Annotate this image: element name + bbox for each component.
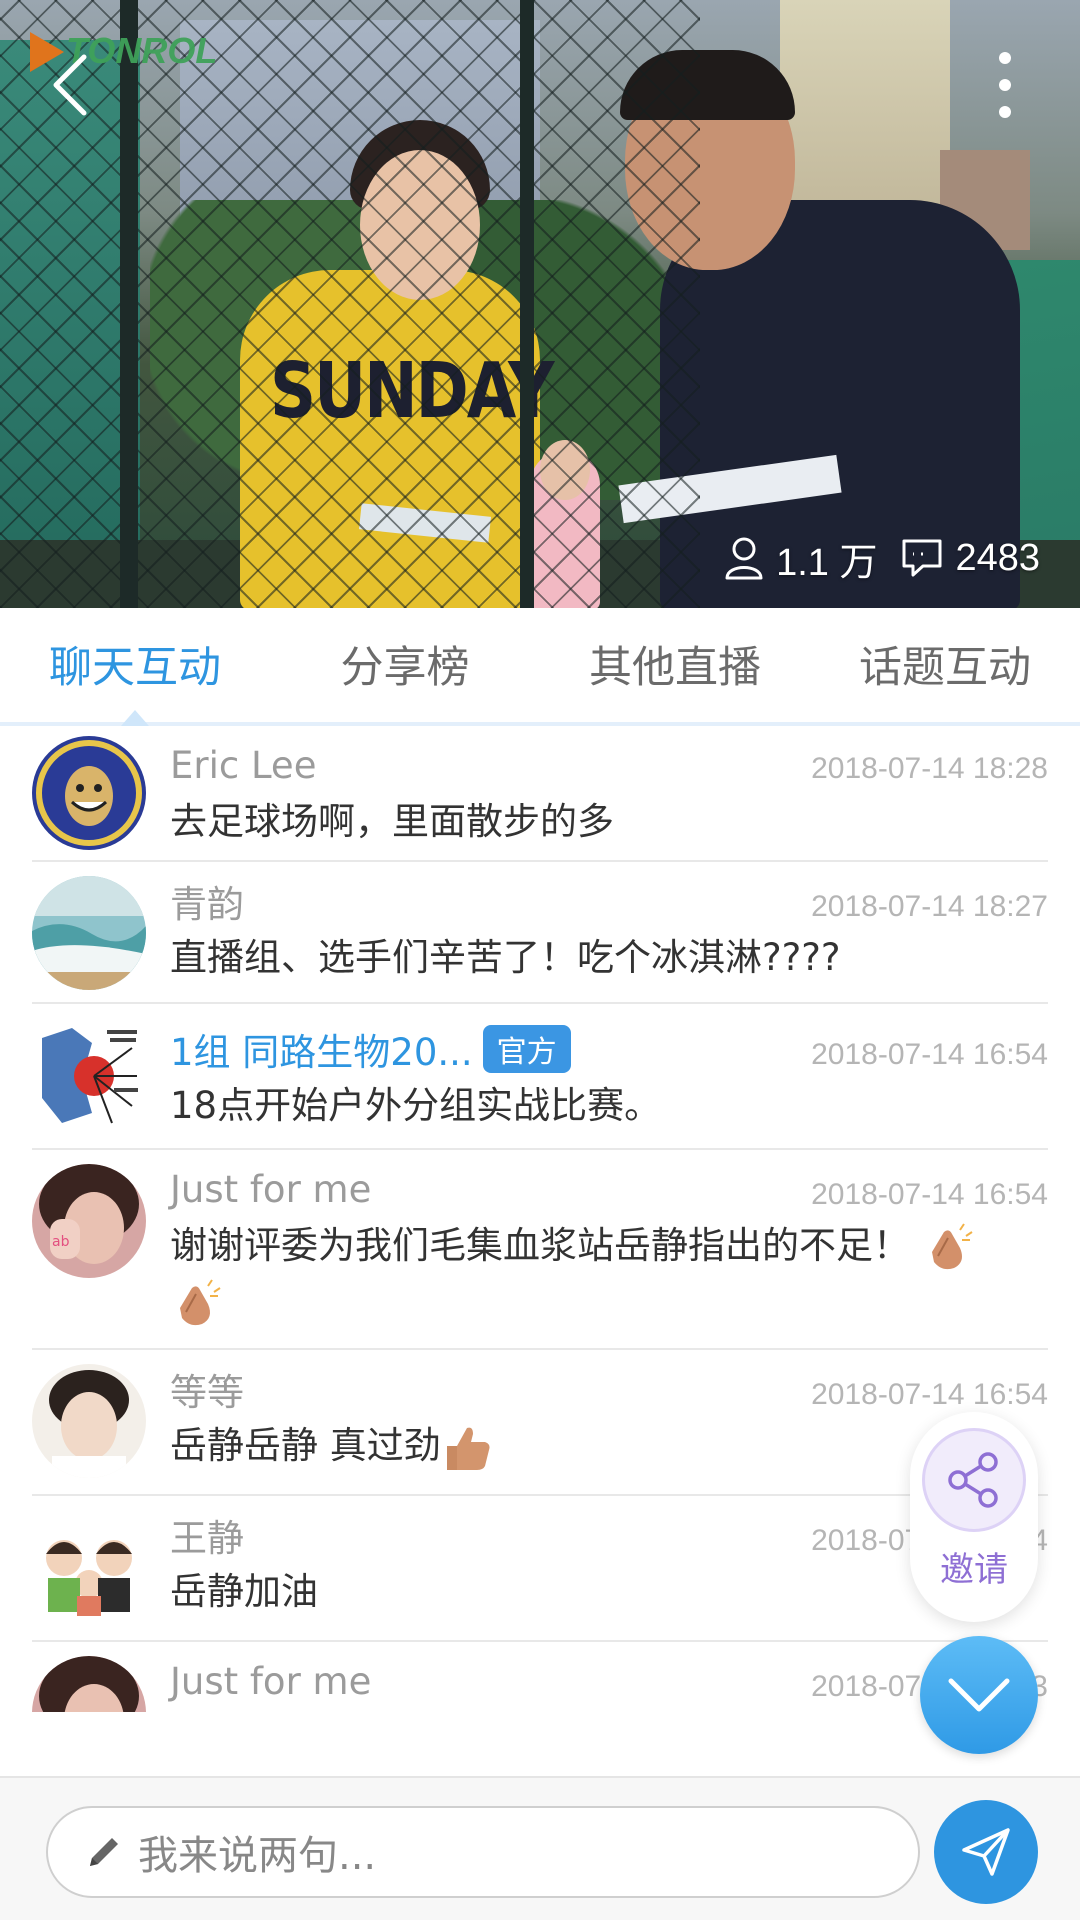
- avatar[interactable]: [32, 736, 146, 850]
- live-video-player[interactable]: SUNDAY TONROL 1.1 万: [0, 0, 1080, 608]
- invite-icon-circle: [922, 1428, 1026, 1532]
- back-arrow-icon: [53, 54, 87, 116]
- tab-topic[interactable]: 话题互动: [810, 608, 1080, 722]
- message-time: 2018-07-14 16:54: [811, 1178, 1048, 1211]
- tab-label: 其他直播: [589, 643, 761, 693]
- sender-name[interactable]: 等等: [170, 1362, 244, 1416]
- sender-name[interactable]: 1组 同路生物20...: [170, 1022, 473, 1076]
- message-text: 去足球场啊，里面散步的多: [170, 800, 614, 843]
- share-icon: [948, 1452, 998, 1508]
- comment-count: 2483: [901, 537, 1040, 580]
- clapping-hands-emoji-icon: [180, 1278, 221, 1325]
- tab-share-ranking[interactable]: 分享榜: [270, 608, 540, 722]
- chat-message: Just for me 2018-07-14 16:53: [32, 1642, 1048, 1712]
- avatar-image: [32, 1018, 146, 1132]
- chat-message: 1组 同路生物20... 官方 2018-07-14 16:54 18点开始户外…: [32, 1004, 1048, 1150]
- invite-button[interactable]: 邀请: [910, 1412, 1038, 1622]
- comment-input-bar: 我来说两句...: [0, 1776, 1080, 1920]
- back-button[interactable]: [40, 40, 100, 130]
- avatar[interactable]: [32, 1364, 146, 1478]
- avatar[interactable]: [32, 1510, 146, 1624]
- video-building: [780, 0, 950, 220]
- message-time: 2018-07-14 18:27: [811, 890, 1048, 923]
- chevron-down-icon: [948, 1678, 1010, 1712]
- message-content: 谢谢评委为我们毛集血浆站岳静指出的不足！: [170, 1214, 1048, 1330]
- chat-message: 王静 2018-07-14 16:54 岳静加油: [32, 1496, 1048, 1642]
- avatar-image: [32, 876, 146, 990]
- video-fence: [0, 0, 700, 608]
- chat-message: 等等 2018-07-14 16:54 岳静岳静 真过劲: [32, 1350, 1048, 1496]
- message-text: 谢谢评委为我们毛集血浆站岳静指出的不足！: [170, 1224, 910, 1267]
- comment-placeholder: 我来说两句...: [138, 1833, 377, 1879]
- official-badge: 官方: [482, 1025, 571, 1073]
- invite-label: 邀请: [940, 1550, 1008, 1590]
- comment-count-text: 2483: [955, 536, 1040, 579]
- video-fence-post: [120, 0, 138, 608]
- thumbs-up-emoji-icon: [446, 1427, 490, 1470]
- viewer-count: 1.1 万: [724, 531, 877, 586]
- more-vertical-icon: [999, 52, 1011, 118]
- avatar-image: [32, 736, 146, 850]
- avatar-image: [32, 1510, 146, 1624]
- message-time: 2018-07-14 18:28: [811, 752, 1048, 785]
- avatar-image: ab: [32, 1164, 146, 1278]
- tab-other-live[interactable]: 其他直播: [540, 608, 810, 722]
- avatar[interactable]: [32, 876, 146, 990]
- more-options-button[interactable]: [985, 45, 1025, 125]
- sender-name[interactable]: 青韵: [170, 874, 244, 928]
- message-text: 18点开始户外分组实战比赛。: [170, 1084, 662, 1127]
- send-icon: [962, 1828, 1010, 1876]
- tab-chat[interactable]: 聊天互动: [0, 608, 270, 726]
- message-text: 岳静岳静 真过劲: [170, 1424, 441, 1467]
- tab-bar: 聊天互动 分享榜 其他直播 话题互动: [0, 608, 1080, 726]
- pencil-icon: [90, 1838, 118, 1866]
- tab-label: 分享榜: [340, 643, 470, 693]
- sender-name[interactable]: Eric Lee: [170, 744, 316, 787]
- clapping-hands-emoji-icon: [931, 1222, 973, 1269]
- avatar-image: [32, 1364, 146, 1478]
- avatar[interactable]: [32, 1656, 146, 1712]
- avatar-image: [32, 1656, 146, 1712]
- scroll-to-bottom-button[interactable]: [920, 1636, 1038, 1754]
- viewer-person-icon: [725, 537, 763, 580]
- message-text: 直播组、选手们辛苦了！吃个冰淇淋????: [170, 936, 841, 979]
- chat-message: Eric Lee 2018-07-14 18:28 去足球场啊，里面散步的多: [32, 730, 1048, 862]
- tab-label: 聊天互动: [49, 643, 221, 693]
- message-time: 2018-07-14 16:54: [811, 1378, 1048, 1411]
- viewer-count-text: 1.1 万: [776, 541, 878, 584]
- sender-name[interactable]: Just for me: [170, 1168, 371, 1211]
- comment-icon: [902, 539, 942, 577]
- chat-message: ab Just for me 2018-07-14 16:54 谢谢评委为我们毛…: [32, 1150, 1048, 1350]
- avatar[interactable]: ab: [32, 1164, 146, 1278]
- send-button[interactable]: [934, 1800, 1038, 1904]
- active-tab-indicator: [121, 710, 149, 726]
- message-time: 2018-07-14 16:54: [811, 1038, 1048, 1071]
- live-stats: 1.1 万 2483: [724, 530, 1040, 586]
- tab-label: 话题互动: [859, 643, 1031, 693]
- svg-text:ab: ab: [52, 1234, 70, 1250]
- video-fence-post: [520, 0, 534, 608]
- sender-name[interactable]: 王静: [170, 1508, 244, 1562]
- chat-message: 青韵 2018-07-14 18:27 直播组、选手们辛苦了！吃个冰淇淋????: [32, 862, 1048, 1004]
- comment-input[interactable]: 我来说两句...: [46, 1806, 920, 1898]
- sender-name[interactable]: Just for me: [170, 1660, 371, 1703]
- avatar[interactable]: [32, 1018, 146, 1132]
